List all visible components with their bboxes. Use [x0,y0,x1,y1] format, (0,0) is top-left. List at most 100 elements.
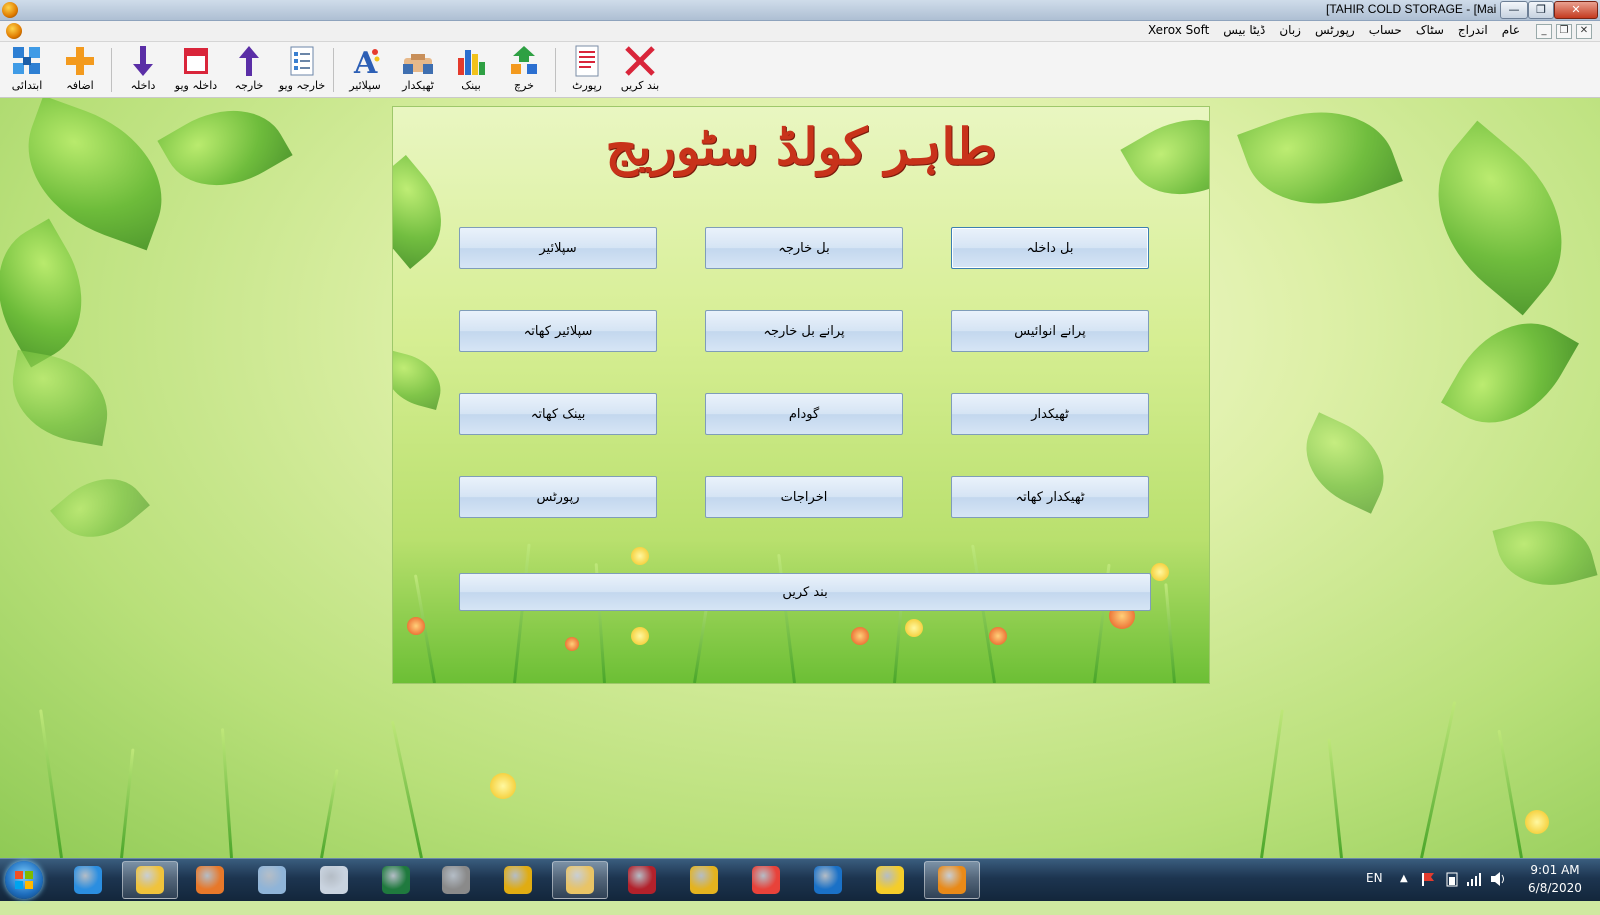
expenses-button[interactable]: اخراجات [705,476,903,518]
maximize-button[interactable]: ❐ [1528,1,1554,19]
taskbar-app-button[interactable] [182,861,238,899]
star-app-icon [876,866,904,894]
toolbar: ابتدائی اضافہ داخلہ داخلہ ویو خارجہ خارج… [0,42,1600,98]
toolbar-label: خرچ [514,79,534,92]
taskbar-app-button[interactable] [676,861,732,899]
taskbar-app-button[interactable] [368,861,424,899]
menu-general[interactable]: عام [1502,23,1520,37]
mdi-minimize-button[interactable]: _ [1536,24,1552,39]
close-x-icon [625,46,655,76]
media-player-icon [196,866,224,894]
window-title-bar: [TAHIR COLD STORAGE - [Main — ❐ ✕ [0,0,1600,21]
background-leaf [3,349,117,447]
start-button[interactable] [5,861,43,899]
taskbar-app-button[interactable] [306,861,362,899]
taskbar-app-button[interactable] [552,861,608,899]
taskbar-app-button[interactable] [862,861,918,899]
menu-language[interactable]: زبان [1279,23,1301,37]
background-flower [490,773,516,799]
menu-accounts[interactable]: حساب [1369,23,1402,37]
contractor-ledger-button[interactable]: ٹھیکدار کھاتہ [951,476,1149,518]
taskbar-app-button[interactable] [490,861,546,899]
menu-bar: عام اندراج سٹاک حساب رپورٹس زبان ڈیٹا بی… [0,21,1600,42]
bill-outward-button[interactable]: بل خارجہ [705,227,903,269]
old-bill-outward-button[interactable]: پرانے بل خارجہ [705,310,903,352]
toolbar-add-button[interactable]: اضافہ [55,44,105,96]
background-leaf [0,218,109,368]
background-leaf [1289,412,1401,514]
grass-blade [320,769,339,858]
taskbar-app-button[interactable] [924,861,980,899]
taskbar-app-button[interactable] [614,861,670,899]
mdi-restore-button[interactable]: ❐ [1556,24,1572,39]
toolbar-close-button[interactable]: بند کریں [615,44,665,96]
app-icon[interactable] [2,2,18,18]
font-a-icon: A [353,46,380,78]
toolbar-label: سپلائیر [349,79,381,92]
network-signal-icon[interactable] [1466,871,1482,887]
taskbar-app-button[interactable] [738,861,794,899]
clock[interactable]: 9:01 AM 6/8/2020 [1520,861,1590,903]
recycle-icon [511,46,537,74]
window-title: [TAHIR COLD STORAGE - [Main [1326,2,1496,16]
checklist-icon [290,46,314,76]
toolbar-contractor-button[interactable]: ٹھیکدار [393,44,443,96]
close-panel-button[interactable]: بند کریں [459,573,1151,611]
menu-xerox-soft[interactable]: Xerox Soft [1148,23,1209,37]
old-invoices-button[interactable]: پرانے انوائیس [951,310,1149,352]
speaker-volume-icon[interactable] [1490,871,1508,887]
panel-flower [989,627,1007,645]
panel-flower [565,637,579,651]
close-window-button[interactable]: ✕ [1554,1,1598,19]
toolbar-separator [333,48,334,92]
panel-flower [631,547,649,565]
toolbar-outward-button[interactable]: خارجہ [224,44,274,96]
warehouse-button[interactable]: گودام [705,393,903,435]
grass-blade [1497,729,1523,858]
mdi-child-icon[interactable] [6,23,22,39]
teamviewer-icon [814,866,842,894]
bank-ledger-button[interactable]: بینک کھاتہ [459,393,657,435]
book-icon [184,48,208,74]
toolbar-expense-button[interactable]: خرچ [499,44,549,96]
battery-icon[interactable] [1446,871,1458,887]
grass-blade [1260,709,1284,858]
toolbar-label: داخلہ ویو [174,79,218,92]
taskbar-app-button[interactable] [800,861,856,899]
windows-taskbar: EN ▲ 9:01 AM 6/8/2020 [0,858,1600,901]
toolbar-label: داخلہ [130,79,156,92]
toolbar-inward-button[interactable]: داخلہ [118,44,168,96]
plus-icon [66,47,94,75]
acrobat-icon [628,866,656,894]
reports-button[interactable]: رپورٹس [459,476,657,518]
panel-flower [631,627,649,645]
folder-user-icon [136,866,164,894]
menu-database[interactable]: ڈیٹا بیس [1223,23,1265,37]
menu-stock[interactable]: سٹاک [1416,23,1444,37]
menu-entry[interactable]: اندراج [1458,23,1488,37]
taskbar-app-button[interactable] [122,861,178,899]
contractor-button[interactable]: ٹھیکدار [951,393,1149,435]
toolbar-label: ٹھیکدار [402,79,434,92]
bill-inward-button[interactable]: بل داخلہ [951,227,1149,269]
dashboard-grid-icon [13,47,40,74]
taskbar-app-button[interactable] [244,861,300,899]
background-leaf [50,459,150,557]
language-indicator[interactable]: EN [1366,871,1383,913]
taskbar-app-button[interactable] [60,861,116,899]
supplier-button[interactable]: سپلائیر [459,227,657,269]
toolbar-bank-button[interactable]: بینک [446,44,496,96]
menu-reports[interactable]: رپورٹس [1315,23,1355,37]
taskbar-app-button[interactable] [428,861,484,899]
action-center-flag-icon[interactable] [1420,871,1436,887]
show-hidden-icons-button[interactable]: ▲ [1400,873,1408,915]
mdi-close-button[interactable]: ✕ [1576,24,1592,39]
toolbar-inward-view-button[interactable]: داخلہ ویو [171,44,221,96]
minimize-button[interactable]: — [1500,1,1528,19]
toolbar-supplier-button[interactable]: A سپلائیر [340,44,390,96]
grass-blade [1327,738,1343,858]
supplier-ledger-button[interactable]: سپلائیر کھاتہ [459,310,657,352]
toolbar-report-button[interactable]: رپورٹ [562,44,612,96]
toolbar-home-button[interactable]: ابتدائی [2,44,52,96]
toolbar-outward-view-button[interactable]: خارجہ ویو [277,44,327,96]
